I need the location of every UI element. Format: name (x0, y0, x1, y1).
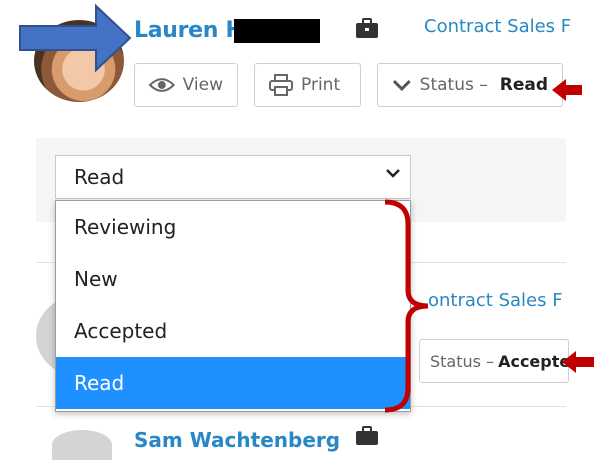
red-arrow-annotation (562, 351, 594, 373)
blue-arrow-annotation (19, 3, 132, 73)
annotation-overlay (19, 3, 594, 413)
red-arrow-annotation (552, 79, 582, 101)
red-brace-annotation (384, 199, 429, 413)
